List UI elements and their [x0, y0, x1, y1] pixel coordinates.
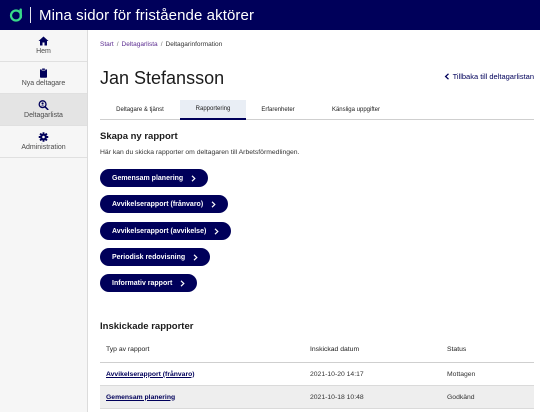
- table-row: Avvikelserapport (frånvaro) 2021-10-20 1…: [100, 363, 534, 386]
- report-date: 2021-10-20 14:17: [310, 370, 364, 378]
- back-link-label: Tillbaka till deltagarlistan: [452, 72, 534, 81]
- tab-bar: Deltagare & tjänst Rapportering Erfarenh…: [100, 100, 534, 120]
- button-label: Informativ rapport: [112, 279, 173, 287]
- chevron-right-icon: [193, 253, 198, 261]
- submitted-reports-title: Inskickade rapporter: [100, 321, 194, 332]
- sidebar-item-hem[interactable]: Hem: [0, 30, 87, 62]
- chevron-right-icon: [180, 279, 185, 287]
- clipboard-icon: [40, 68, 47, 78]
- button-label: Avvikelserapport (avvikelse): [112, 227, 207, 235]
- breadcrumb: Start / Deltagarlista / Deltagarinformation: [100, 41, 222, 48]
- gear-icon: [38, 132, 49, 142]
- back-to-list-link[interactable]: Tillbaka till deltagarlistan: [444, 72, 534, 81]
- sidebar-item-label: Hem: [36, 48, 51, 55]
- report-date: 2021-10-18 10:48: [310, 393, 364, 401]
- report-link[interactable]: Avvikelserapport (frånvaro): [106, 371, 195, 378]
- column-header-type: Typ av rapport: [106, 346, 150, 353]
- sidebar-item-label: Deltagarlista: [24, 112, 63, 119]
- submitted-reports-table: Typ av rapport Inskickad datum Status Av…: [100, 337, 534, 409]
- chevron-right-icon: [211, 200, 216, 208]
- tab-deltagare-tjanst[interactable]: Deltagare & tjänst: [100, 100, 180, 120]
- header-divider: [30, 7, 31, 23]
- chevron-right-icon: [191, 174, 196, 182]
- create-report-description: Här kan du skicka rapporter om deltagare…: [100, 149, 300, 156]
- tab-kansliga-uppgifter[interactable]: Känsliga uppgifter: [310, 100, 402, 120]
- home-icon: [38, 36, 49, 46]
- periodisk-redovisning-button[interactable]: Periodisk redovisning: [100, 248, 211, 266]
- chevron-left-icon: [444, 73, 449, 80]
- sidebar-item-deltagarlista[interactable]: Deltagarlista: [0, 94, 87, 126]
- app-title: Mina sidor för fristående aktörer: [39, 6, 255, 24]
- tab-rapportering[interactable]: Rapportering: [180, 100, 246, 120]
- button-label: Gemensam planering: [112, 174, 184, 182]
- chevron-right-icon: [214, 227, 219, 235]
- avvikelserapport-franvaro-button[interactable]: Avvikelserapport (frånvaro): [100, 195, 229, 213]
- breadcrumb-deltagarlista[interactable]: Deltagarlista: [122, 41, 158, 48]
- sidebar: Hem Nya deltagare Deltagarlista Administ…: [0, 30, 88, 412]
- breadcrumb-separator: /: [116, 41, 119, 48]
- column-header-status: Status: [447, 346, 467, 353]
- button-label: Avvikelserapport (frånvaro): [112, 200, 204, 208]
- sidebar-item-label: Administration: [21, 144, 66, 151]
- page-title: Jan Stefansson: [100, 68, 225, 88]
- top-bar: Mina sidor för fristående aktörer: [0, 0, 540, 30]
- sidebar-item-administration[interactable]: Administration: [0, 126, 87, 158]
- sidebar-item-label: Nya deltagare: [21, 80, 66, 87]
- table-header: Typ av rapport Inskickad datum Status: [100, 337, 534, 363]
- table-row: Gemensam planering 2021-10-18 10:48 Godk…: [100, 386, 534, 409]
- main-content: Start / Deltagarlista / Deltagarinformation …: [100, 30, 534, 412]
- column-header-date: Inskickad datum: [310, 346, 360, 353]
- avvikelserapport-avvikelse-button[interactable]: Avvikelserapport (avvikelse): [100, 222, 232, 240]
- breadcrumb-current: Deltagarinformation: [165, 41, 223, 48]
- breadcrumb-separator: /: [160, 41, 163, 48]
- report-link[interactable]: Gemensam planering: [106, 394, 175, 401]
- gemensam-planering-button[interactable]: Gemensam planering: [100, 169, 209, 187]
- search-person-icon: [38, 100, 49, 110]
- sidebar-item-nya-deltagare[interactable]: Nya deltagare: [0, 62, 87, 94]
- tab-erfarenheter[interactable]: Erfarenheter: [246, 100, 310, 120]
- report-status: Godkänd: [447, 393, 475, 401]
- report-status: Mottagen: [447, 370, 476, 378]
- button-label: Periodisk redovisning: [112, 253, 186, 261]
- informativ-rapport-button[interactable]: Informativ rapport: [100, 274, 198, 292]
- af-logo-icon[interactable]: [8, 7, 24, 23]
- breadcrumb-start[interactable]: Start: [100, 41, 114, 48]
- create-report-title: Skapa ny rapport: [100, 131, 178, 142]
